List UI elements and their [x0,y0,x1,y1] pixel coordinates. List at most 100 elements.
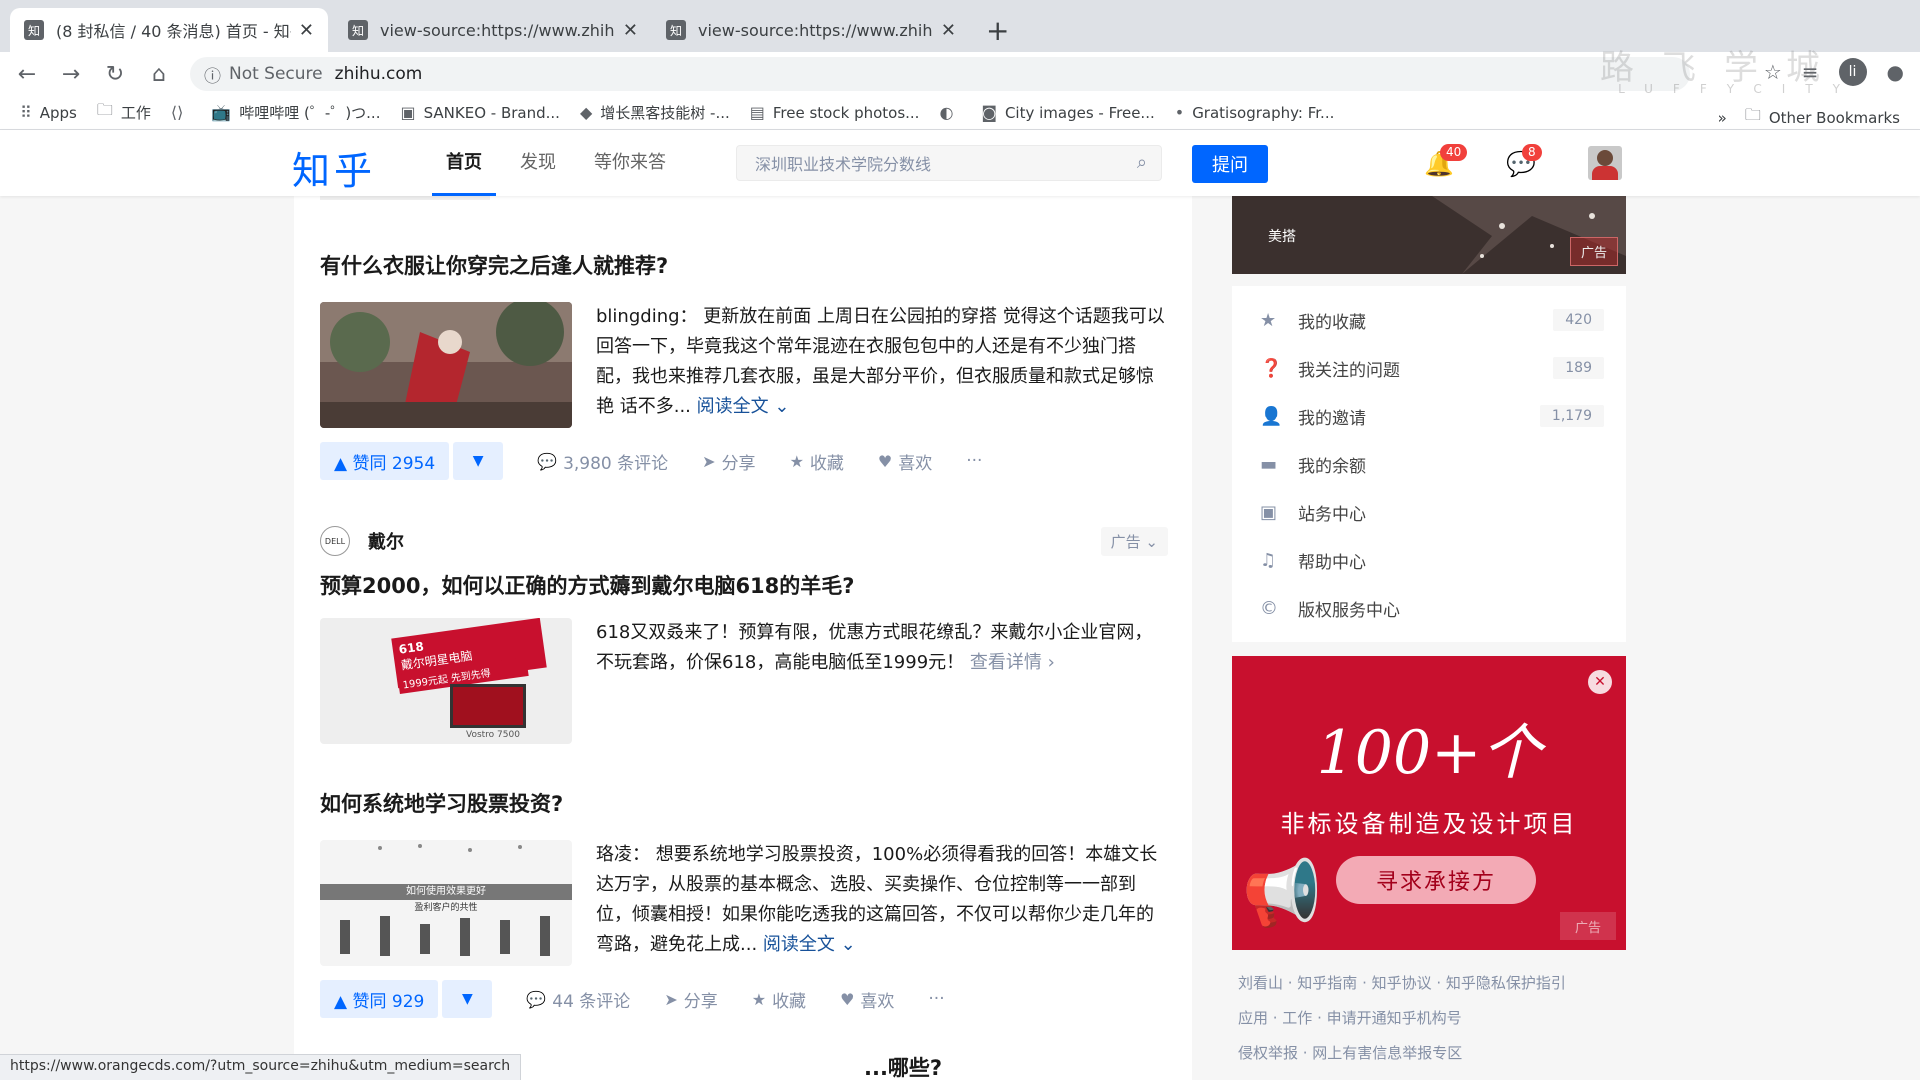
globe-icon: ◐ [939,103,954,122]
bookmark-globe[interactable]: ◐ [939,103,961,122]
more-options-button[interactable]: ··· [966,451,982,471]
view-details-link[interactable]: 查看详情 › [970,652,1055,673]
comments-button[interactable]: 💬 44 条评论 [526,987,630,1012]
downvote-button[interactable]: ▼ [442,980,493,1018]
downvote-button[interactable]: ▼ [453,442,504,480]
reload-icon[interactable]: ↻ [98,62,132,87]
new-tab-icon[interactable]: + [986,14,1009,47]
close-tab-icon[interactable]: ✕ [623,20,638,41]
security-label: Not Secure [229,64,323,84]
star-icon: ★ [751,989,767,1009]
upvote-button[interactable]: ▲ 赞同 2954 [320,442,450,480]
menu-my-balance[interactable]: ▬ 我的余额 [1260,446,1604,482]
ad-thumbnail[interactable]: 618 戴尔明星电脑 1999元起 先到先得 Vostro 7500 [320,618,572,744]
back-icon[interactable]: ← [10,62,44,87]
like-button[interactable]: ♥ 喜欢 [840,987,894,1012]
apps-grid-icon: ⠿ [20,103,32,122]
ad-title[interactable]: 预算2000，如何以正确的方式薅到戴尔电脑618的羊毛? [320,570,1168,600]
more-bookmarks-icon[interactable]: » [1718,109,1727,127]
zhihu-logo[interactable]: 知乎 [292,140,376,195]
promo-ad[interactable]: ✕ 100+个 非标设备制造及设计项目 📢 寻求承接方 广告 [1232,656,1626,950]
bookmark-gratisography[interactable]: • Gratisography: Fr... [1175,103,1335,122]
forward-icon[interactable]: → [54,62,88,87]
info-icon[interactable]: ⓘ [204,62,221,87]
share-button[interactable]: ➤ 分享 [664,987,717,1012]
like-button[interactable]: ♥ 喜欢 [878,449,932,474]
code-icon: ⟨⟩ [170,103,184,122]
bookmark-work[interactable]: 🗀 工作 [97,99,151,126]
home-icon[interactable]: ⌂ [142,62,176,87]
footer-line[interactable]: 应用 · 工作 · 申请开通知乎机构号 [1238,1001,1628,1036]
question-title[interactable]: ...哪些? [864,1052,942,1080]
nav-home[interactable]: 首页 [432,130,496,196]
favorite-button[interactable]: ★ 收藏 [752,987,806,1012]
menu-my-favorites[interactable]: ★ 我的收藏 420 [1260,302,1604,338]
upvote-button[interactable]: ▲ 赞同 929 [320,980,439,1018]
menu-my-invitations[interactable]: 👤 我的邀请 1,179 [1260,398,1604,434]
tv-icon: 📺 [211,103,232,122]
ad-subline: 非标设备制造及设计项目 [1280,810,1578,838]
star-icon: ★ [789,451,804,471]
answer-author[interactable]: 珞凌： [596,844,650,865]
bookmark-code[interactable]: ⟨⟩ [171,103,191,122]
comments-button[interactable]: 💬 3,980 条评论 [537,449,668,474]
bookmark-bilibili[interactable]: 📺 哔哩哔哩 (゜-゜)つ... [211,102,380,123]
answer-author[interactable]: blingding： [596,306,698,327]
notifications-bell-icon[interactable]: 🔔 40 [1424,144,1468,178]
wallet-icon: ▬ [1260,453,1278,475]
messages-icon[interactable]: 💬 8 [1506,144,1542,178]
question-title[interactable]: 如何系统地学习股票投资? [320,788,1168,818]
browser-tab[interactable]: 知 (8 封私信 / 40 条消息) 首页 - 知乎 ✕ [10,8,328,52]
answer-thumbnail[interactable] [320,302,572,428]
zhihu-header: 知乎 首页 发现 等你来答 ⌕ 提问 🔔 40 💬 8 [0,130,1920,196]
dell-logo-icon[interactable]: DELL [320,526,350,556]
top-ad-banner[interactable]: 美搭 广告 [1232,196,1626,274]
footer-line[interactable]: 侵权举报 · 网上有害信息举报专区 [1238,1036,1628,1071]
answer-thumbnail[interactable]: 如何使用效果更好 盈利客户的共性 [320,840,572,966]
browser-tab[interactable]: 知 view-source:https://www.zhihu.com ✕ [652,8,970,52]
footer-line[interactable]: 刘看山 · 知乎指南 · 知乎协议 · 知乎隐私保护指引 [1238,966,1628,1001]
tab-title: view-source:https://www.zhihu.com [380,20,615,40]
share-button[interactable]: ➤ 分享 [702,449,755,474]
nav-discover[interactable]: 发现 [506,130,570,196]
browser-tab[interactable]: 知 view-source:https://www.zhihu.com ✕ [334,8,652,52]
more-options-button[interactable]: ··· [928,989,944,1009]
nav-waiting-answers[interactable]: 等你来答 [580,130,680,196]
add-user-icon: 👤 [1260,405,1283,427]
menu-copyright-center[interactable]: © 版权服务中心 [1260,590,1604,626]
bookmark-growth[interactable]: ◆ 增长黑客技能树 -... [580,102,730,123]
footer-line: 京 ICP 证 110745 号 [1238,1071,1628,1080]
url-text: zhihu.com [334,64,423,84]
menu-help-center[interactable]: ♫ 帮助中心 [1260,542,1604,578]
ad-cta-button[interactable]: 寻求承接方 [1336,856,1536,904]
ad-brand-name[interactable]: 戴尔 [368,528,404,554]
close-ad-icon[interactable]: ✕ [1588,670,1612,694]
question-title[interactable]: 有什么衣服让你穿完之后逢人就推荐? [320,250,1168,280]
folder-icon: 🗀 [96,100,113,119]
ask-question-button[interactable]: 提问 [1192,145,1268,183]
user-avatar[interactable] [1588,146,1622,180]
bookmark-stock-photos[interactable]: ▤ Free stock photos... [750,103,920,122]
address-bar[interactable]: ⓘ Not Secure zhihu.com [190,57,1690,91]
other-bookmarks[interactable]: 🗀 Other Bookmarks [1745,104,1900,131]
comment-icon: 💬 [526,989,547,1009]
bookmark-sankeo[interactable]: ▣ SANKEO - Brand... [400,103,559,122]
watermark-sub: LUFFYCITY [1618,82,1860,96]
search-input[interactable] [737,153,1097,173]
close-tab-icon[interactable]: ✕ [299,20,314,41]
extension-icon[interactable]: ● [1887,60,1904,84]
cube-icon: ◆ [579,103,593,122]
read-more-link[interactable]: 阅读全文 ⌄ [763,934,856,955]
menu-site-center[interactable]: ▣ 站务中心 [1260,494,1604,530]
ad-label: 广告 [1569,237,1618,266]
close-tab-icon[interactable]: ✕ [941,20,956,41]
menu-followed-questions[interactable]: ❓ 我关注的问题 189 [1260,350,1604,386]
favorite-button[interactable]: ★ 收藏 [790,449,844,474]
count-badge: 1,179 [1539,405,1604,427]
folder-icon: 🗀 [1744,105,1761,124]
bookmark-city-images[interactable]: ◙ City images - Free... [981,103,1154,122]
search-icon[interactable]: ⌕ [1137,152,1147,173]
read-more-link[interactable]: 阅读全文 ⌄ [697,396,790,417]
bookmark-apps[interactable]: ⠿ Apps [20,103,77,122]
ad-tag-dropdown[interactable]: 广告 ⌄ [1100,526,1168,556]
